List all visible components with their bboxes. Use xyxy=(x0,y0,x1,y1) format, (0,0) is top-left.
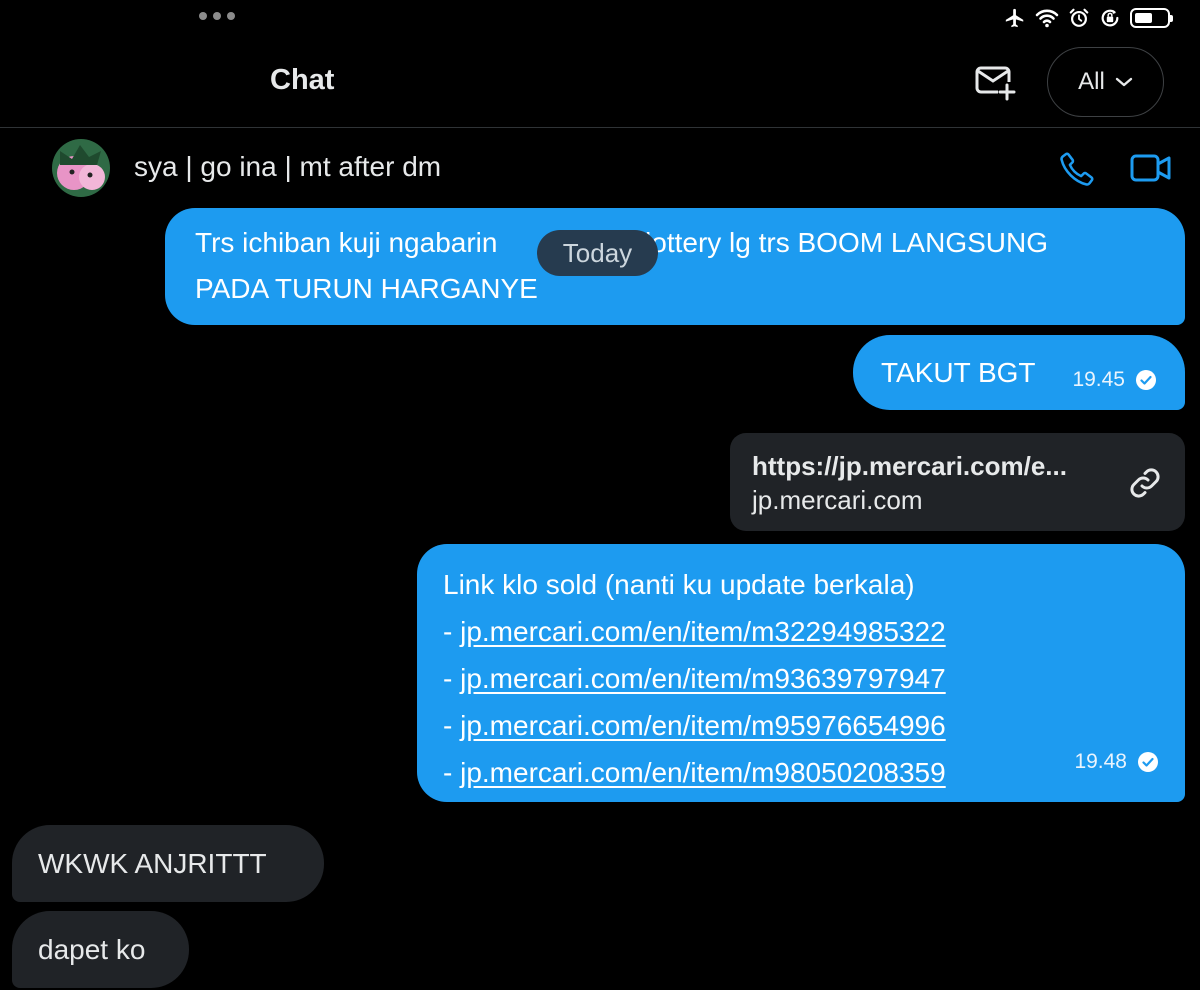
battery-icon xyxy=(1130,8,1173,28)
filter-dropdown[interactable]: All xyxy=(1047,47,1164,117)
video-icon xyxy=(1130,154,1171,182)
chevron-down-icon xyxy=(1115,77,1133,87)
link-preview-domain: jp.mercari.com xyxy=(752,485,923,515)
link-icon xyxy=(1130,468,1160,498)
link-preview-card[interactable]: https://jp.mercari.com/e... jp.mercari.c… xyxy=(730,433,1185,531)
filter-label: All xyxy=(1078,68,1105,95)
message-text: WKWK ANJRITTT xyxy=(38,847,267,879)
new-message-button[interactable] xyxy=(972,62,1018,104)
message-text: PADA TURUN HARGANYE xyxy=(195,273,538,304)
message-text: dapet ko xyxy=(38,933,146,965)
message-time: 19.45 xyxy=(1072,367,1125,391)
alarm-icon xyxy=(1069,8,1089,27)
screen: Chat All sya | go ina | mt after dm Trs … xyxy=(0,0,1200,990)
message-bubble-outgoing[interactable]: Link klo sold (nanti ku update berkala) … xyxy=(417,544,1185,802)
more-dots-icon[interactable] xyxy=(199,12,235,20)
new-message-icon xyxy=(975,66,1016,102)
message-bubble-incoming[interactable]: dapet ko xyxy=(12,911,189,988)
message-text: la lottery lg trs BOOM LANGSUNG xyxy=(615,227,1048,258)
sent-check-icon xyxy=(1136,369,1156,390)
conversation-name[interactable]: sya | go ina | mt after dm xyxy=(134,151,441,183)
status-bar xyxy=(1004,6,1173,30)
link-preview-title: https://jp.mercari.com/e... xyxy=(752,451,1067,481)
divider xyxy=(0,127,1200,128)
video-call-button[interactable] xyxy=(1130,152,1172,184)
date-separator: Today xyxy=(537,230,658,276)
wifi-icon xyxy=(1035,9,1059,28)
airplane-icon xyxy=(1005,8,1024,28)
message-text: Link klo sold (nanti ku update berkala) xyxy=(443,569,915,600)
sent-check-icon xyxy=(1138,752,1158,772)
page-title: Chat xyxy=(270,64,335,96)
message-bubble-outgoing[interactable]: Trs ichiban kuji ngabarin la lottery lg t… xyxy=(165,208,1185,325)
message-bubble-incoming[interactable]: WKWK ANJRITTT xyxy=(12,825,324,902)
message-text: Trs ichiban kuji ngabarin xyxy=(195,227,498,258)
message-text: TAKUT BGT xyxy=(881,356,1036,388)
message-link[interactable]: jp.mercari.com/en/item/m32294985322 xyxy=(460,616,946,647)
call-button[interactable] xyxy=(1058,150,1096,188)
message-link[interactable]: jp.mercari.com/en/item/m95976654996 xyxy=(460,710,946,741)
message-bubble-outgoing[interactable]: TAKUT BGT 19.45 xyxy=(853,335,1185,410)
message-time: 19.48 xyxy=(1074,750,1127,773)
message-link[interactable]: jp.mercari.com/en/item/m98050208359 xyxy=(460,757,946,788)
message-link[interactable]: jp.mercari.com/en/item/m93639797947 xyxy=(460,663,946,694)
avatar[interactable] xyxy=(52,139,110,197)
phone-icon xyxy=(1060,152,1094,186)
orientation-lock-icon xyxy=(1101,9,1119,27)
